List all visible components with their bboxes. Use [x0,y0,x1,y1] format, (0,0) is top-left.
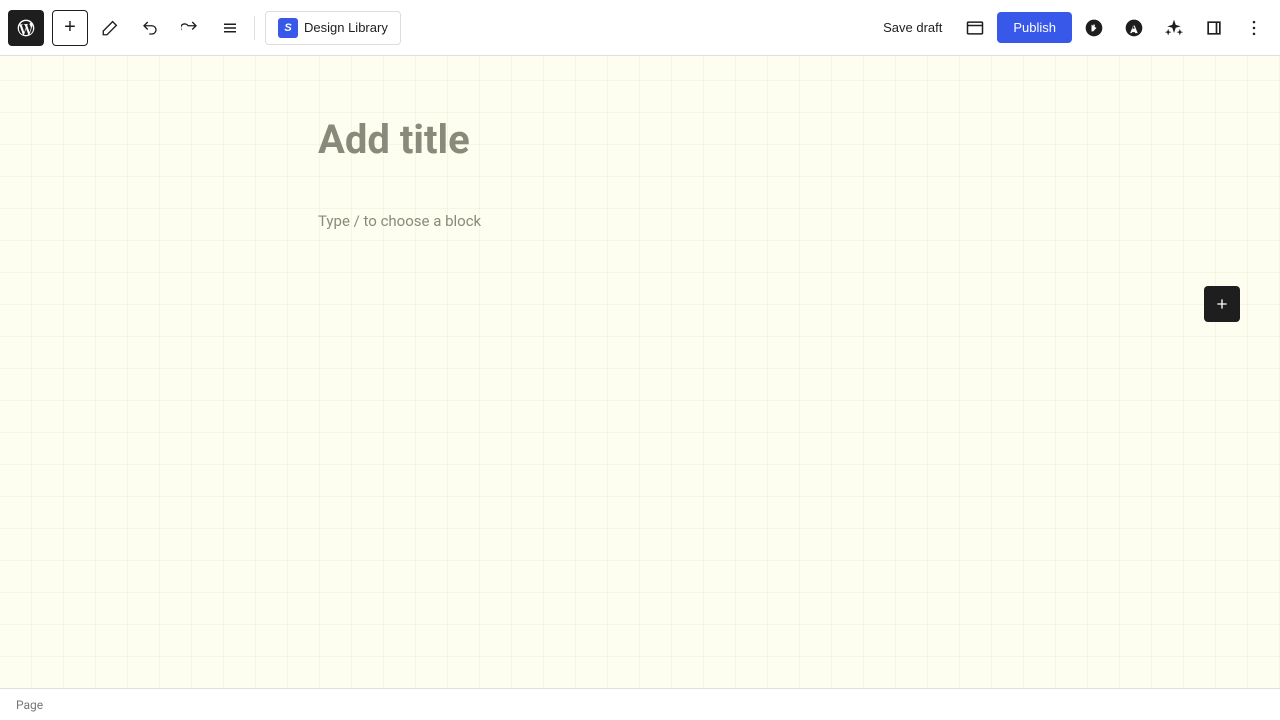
publish-button[interactable]: Publish [997,12,1072,43]
toolbar-right: Save draft Publish [872,10,1272,46]
add-block-button[interactable]: + [52,10,88,46]
status-text: Page [16,698,43,712]
save-draft-button[interactable]: Save draft [872,13,953,42]
title-field[interactable]: Add title [318,116,962,164]
document-overview-button[interactable] [212,10,248,46]
jetpack-button[interactable] [1076,10,1112,46]
sidebar-toggle-button[interactable] [1196,10,1232,46]
tools-button[interactable] [92,10,128,46]
more-options-button[interactable] [1236,10,1272,46]
editor-content: Add title Type / to choose a block [270,56,1010,298]
undo-button[interactable] [132,10,168,46]
save-draft-label: Save draft [883,20,942,35]
ai-assistant-button[interactable] [1156,10,1192,46]
status-bar: Page [0,688,1280,720]
add-block-float-button[interactable] [1204,286,1240,322]
block-placeholder[interactable]: Type / to choose a block [318,204,962,238]
main-toolbar: + S Design Library Save dr [0,0,1280,56]
preview-button[interactable] [957,10,993,46]
toolbar-divider-1 [254,16,255,40]
akismet-button[interactable] [1116,10,1152,46]
redo-button[interactable] [172,10,208,46]
studiopress-icon: S [278,18,298,38]
wordpress-logo[interactable] [8,10,44,46]
design-library-button[interactable]: S Design Library [265,11,401,45]
editor-area[interactable]: Add title Type / to choose a block [0,56,1280,688]
design-library-label: Design Library [304,20,388,35]
